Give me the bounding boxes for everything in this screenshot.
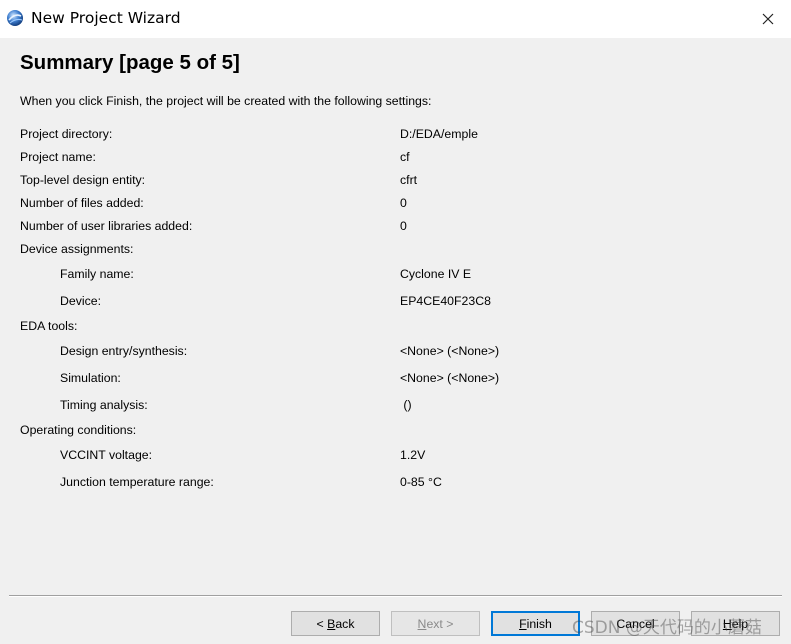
summary-row-project-name: Project name: cf: [0, 150, 791, 166]
summary-row-junction-temperature: Junction temperature range: 0-85 °C: [0, 475, 791, 491]
summary-label: VCCINT voltage:: [60, 448, 153, 462]
summary-row-vccint-voltage: VCCINT voltage: 1.2V: [0, 448, 791, 464]
summary-value: 0: [400, 196, 407, 210]
title-bar: New Project Wizard: [0, 0, 791, 38]
summary-value: 1.2V: [400, 448, 426, 462]
summary-label: Simulation:: [60, 371, 121, 385]
quartus-app-icon: [7, 10, 23, 26]
next-button[interactable]: Next >: [391, 611, 480, 636]
summary-value: <None> (<None>): [400, 344, 500, 358]
summary-row-timing-analysis: Timing analysis: (): [0, 398, 791, 414]
summary-value: cf: [400, 150, 410, 164]
finish-button-rest: inish: [526, 617, 552, 631]
summary-row-user-libraries: Number of user libraries added: 0: [0, 219, 791, 235]
summary-section-device-assignments: Device assignments:: [0, 242, 791, 258]
summary-label: Top-level design entity:: [20, 173, 146, 187]
summary-label: Timing analysis:: [60, 398, 148, 412]
summary-row-project-directory: Project directory: D:/EDA/emple: [0, 127, 791, 143]
summary-row-family-name: Family name: Cyclone IV E: [0, 267, 791, 283]
summary-label: Number of user libraries added:: [20, 219, 193, 233]
next-button-rest: ext >: [426, 617, 454, 631]
summary-section-eda-tools: EDA tools:: [0, 319, 791, 335]
summary-label: Number of files added:: [20, 196, 144, 210]
summary-row-files-added: Number of files added: 0: [0, 196, 791, 212]
summary-value: 0-85 °C: [400, 475, 442, 489]
summary-row-top-level-entity: Top-level design entity: cfrt: [0, 173, 791, 189]
back-button[interactable]: < Back: [291, 611, 380, 636]
summary-value: cfrt: [400, 173, 418, 187]
summary-row-design-entry: Design entry/synthesis: <None> (<None>): [0, 344, 791, 360]
summary-section-operating-conditions: Operating conditions:: [0, 423, 791, 439]
summary-value: Cyclone IV E: [400, 267, 472, 281]
summary-value: <None> (<None>): [400, 371, 500, 385]
close-button[interactable]: [745, 0, 791, 38]
page-title: Summary [page 5 of 5]: [20, 51, 240, 74]
finish-button-mnemonic: F: [519, 617, 527, 631]
summary-label: Project directory:: [20, 127, 113, 141]
close-icon[interactable]: [762, 13, 774, 25]
summary-label: Device:: [60, 294, 102, 308]
csdn-watermark: CSDN @天代码的小蘑菇: [572, 618, 762, 638]
summary-label: Junction temperature range:: [60, 475, 214, 489]
summary-section-label: Device assignments:: [20, 242, 134, 256]
summary-value: 0: [400, 219, 407, 233]
summary-row-simulation: Simulation: <None> (<None>): [0, 371, 791, 387]
finish-button[interactable]: Finish: [491, 611, 580, 636]
summary-value: D:/EDA/emple: [400, 127, 478, 141]
summary-label: Family name:: [60, 267, 134, 281]
summary-section-label: Operating conditions:: [20, 423, 137, 437]
summary-section-label: EDA tools:: [20, 319, 78, 333]
summary-value: EP4CE40F23C8: [400, 294, 491, 308]
summary-label: Design entry/synthesis:: [60, 344, 188, 358]
summary-label: Project name:: [20, 150, 96, 164]
back-button-prefix: <: [316, 617, 328, 631]
back-button-rest: ack: [335, 617, 355, 631]
window-title: New Project Wizard: [31, 9, 181, 27]
summary-row-device: Device: EP4CE40F23C8: [0, 294, 791, 310]
summary-value: (): [400, 398, 412, 412]
intro-text: When you click Finish, the project will …: [20, 94, 432, 108]
button-area-separator: [9, 595, 782, 597]
